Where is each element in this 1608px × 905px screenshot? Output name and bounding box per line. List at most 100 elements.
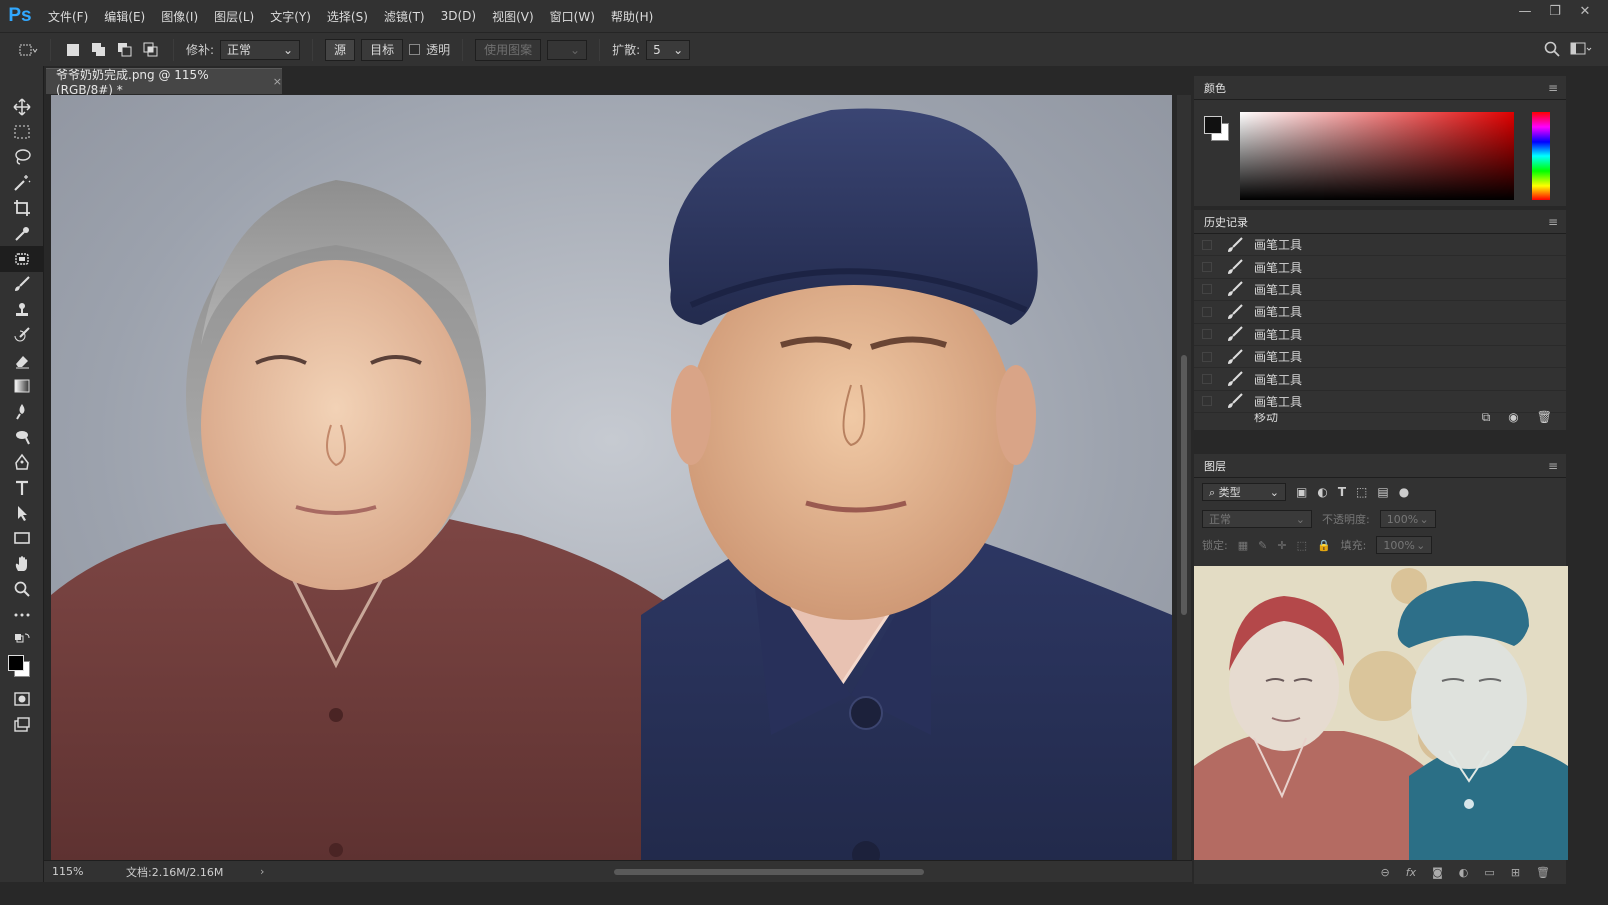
pattern-picker[interactable]: ⌄ <box>547 39 588 60</box>
history-item[interactable]: 画笔工具 <box>1194 368 1566 391</box>
magic-wand-icon[interactable] <box>0 170 44 195</box>
trash-icon[interactable]: 🗑 <box>1537 410 1552 424</box>
type-icon[interactable] <box>0 475 44 500</box>
new-layer-icon[interactable]: ⊞ <box>1511 866 1520 879</box>
patch-icon[interactable] <box>0 246 44 272</box>
document-canvas[interactable] <box>51 95 1172 862</box>
filter-toggle-icon[interactable]: ● <box>1399 485 1409 499</box>
new-group-icon[interactable]: ▭ <box>1484 866 1494 879</box>
menu-3d[interactable]: 3D(D) <box>433 9 484 23</box>
eyedropper-icon[interactable] <box>0 221 44 246</box>
panel-menu-icon[interactable]: ≡ <box>1548 459 1558 473</box>
color-swatches[interactable] <box>0 653 43 687</box>
trash-icon[interactable]: 🗑 <box>1536 866 1550 879</box>
screen-mode-icon[interactable] <box>0 712 44 737</box>
tab-history[interactable]: 历史记录 <box>1194 210 1566 234</box>
type-filter-icon[interactable]: T <box>1338 485 1346 499</box>
fx-icon[interactable]: fx <box>1406 866 1416 879</box>
panel-menu-icon[interactable]: ≡ <box>1548 81 1558 95</box>
menu-filter[interactable]: 滤镜(T) <box>376 8 433 25</box>
restore-button[interactable]: ❐ <box>1540 4 1570 19</box>
zoom-icon[interactable] <box>0 576 44 601</box>
smart-object-filter-icon[interactable]: ▤ <box>1377 485 1388 499</box>
intersect-selection-icon[interactable] <box>141 40 161 60</box>
search-icon[interactable] <box>1544 41 1560 60</box>
path-select-icon[interactable] <box>0 500 44 525</box>
panel-menu-icon[interactable]: ≡ <box>1548 215 1558 229</box>
lock-position-icon[interactable]: ✛ <box>1277 539 1286 552</box>
swap-colors-icon[interactable] <box>0 627 44 652</box>
hue-slider[interactable] <box>1532 112 1550 200</box>
lock-pixels-icon[interactable]: ✎ <box>1258 539 1267 552</box>
menu-file[interactable]: 文件(F) <box>40 8 96 25</box>
history-item[interactable]: 画笔工具 <box>1194 234 1566 257</box>
history-item[interactable]: 画笔工具 <box>1194 324 1566 346</box>
original-photo-layer[interactable] <box>1194 566 1568 860</box>
menu-view[interactable]: 视图(V) <box>484 8 542 25</box>
adjustment-layer-icon[interactable]: ◐ <box>1459 866 1469 879</box>
foreground-color-swatch[interactable] <box>8 654 24 671</box>
add-selection-icon[interactable] <box>89 40 109 60</box>
pen-icon[interactable] <box>0 449 44 474</box>
status-arrow-icon[interactable]: › <box>260 865 264 878</box>
workspace-icon[interactable] <box>1570 41 1592 60</box>
transparent-checkbox[interactable] <box>409 44 421 55</box>
dodge-icon[interactable] <box>0 424 44 449</box>
crop-icon[interactable] <box>0 196 44 221</box>
lock-transparent-icon[interactable]: ▦ <box>1238 539 1248 552</box>
patch-mode-select[interactable]: 正常 ⌄ <box>220 39 301 60</box>
tab-color[interactable]: 颜色 <box>1194 76 1566 100</box>
new-selection-icon[interactable] <box>63 40 83 60</box>
history-brush-icon[interactable] <box>0 323 44 348</box>
menu-edit[interactable]: 编辑(E) <box>96 8 153 25</box>
diffusion-select[interactable]: 5 ⌄ <box>646 39 691 60</box>
image-filter-icon[interactable]: ▣ <box>1296 485 1307 499</box>
minimize-button[interactable]: — <box>1510 4 1540 19</box>
history-item[interactable]: 画笔工具 <box>1194 301 1566 324</box>
gradient-icon[interactable] <box>0 373 44 398</box>
camera-icon[interactable]: ◉ <box>1508 410 1518 424</box>
menu-image[interactable]: 图像(I) <box>153 8 206 25</box>
opacity-input[interactable]: 100% ⌄ <box>1379 510 1436 528</box>
zoom-level[interactable]: 115% <box>44 865 90 878</box>
blend-mode-select[interactable]: 正常 ⌄ <box>1202 510 1312 528</box>
marquee-icon[interactable] <box>0 119 44 144</box>
fill-input[interactable]: 100% ⌄ <box>1376 536 1433 554</box>
menu-type[interactable]: 文字(Y) <box>262 8 319 25</box>
new-document-from-state-icon[interactable]: ⧉ <box>1482 410 1491 425</box>
doc-size-info[interactable]: 文档:2.16M/2.16M <box>90 864 270 880</box>
history-item[interactable]: 画笔工具 <box>1194 279 1566 302</box>
history-item[interactable]: 画笔工具 <box>1194 256 1566 279</box>
move-icon[interactable] <box>0 94 44 119</box>
lock-all-icon[interactable]: 🔒 <box>1317 539 1331 552</box>
quick-mask-icon[interactable] <box>0 687 44 712</box>
eraser-icon[interactable] <box>0 348 44 373</box>
vertical-scrollbar[interactable] <box>1177 95 1191 862</box>
tab-layers[interactable]: 图层 <box>1194 454 1566 478</box>
blur-icon[interactable] <box>0 399 44 424</box>
history-item[interactable]: 画笔工具 <box>1194 346 1566 369</box>
patch-tool-preset-icon[interactable] <box>18 40 38 60</box>
hand-icon[interactable] <box>0 551 44 576</box>
lasso-icon[interactable] <box>0 145 44 170</box>
stamp-icon[interactable] <box>0 297 44 322</box>
horizontal-scrollbar[interactable] <box>294 865 1174 879</box>
layer-filter-select[interactable]: ⌕ 类型 ⌄ <box>1202 483 1286 501</box>
add-mask-icon[interactable]: ◙ <box>1432 866 1443 879</box>
more-icon[interactable] <box>0 602 44 627</box>
brush-icon[interactable] <box>0 272 44 297</box>
use-pattern-button[interactable]: 使用图案 <box>475 38 542 61</box>
source-button[interactable]: 源 <box>325 38 356 61</box>
menu-window[interactable]: 窗口(W) <box>542 8 603 25</box>
menu-layer[interactable]: 图层(L) <box>206 8 262 25</box>
foreground-swatch[interactable] <box>1204 116 1222 134</box>
rectangle-icon[interactable] <box>0 526 44 551</box>
target-button[interactable]: 目标 <box>361 38 404 61</box>
transparent-option[interactable]: 透明 <box>409 41 450 58</box>
document-tab[interactable]: 爷爷奶奶完成.png @ 115%(RGB/8#) * × <box>46 68 282 97</box>
lock-artboard-icon[interactable]: ⬚ <box>1297 539 1307 552</box>
menu-select[interactable]: 选择(S) <box>319 8 376 25</box>
menu-help[interactable]: 帮助(H) <box>603 8 661 25</box>
close-tab-icon[interactable]: × <box>273 75 282 88</box>
link-layers-icon[interactable]: ⊖ <box>1381 866 1390 879</box>
